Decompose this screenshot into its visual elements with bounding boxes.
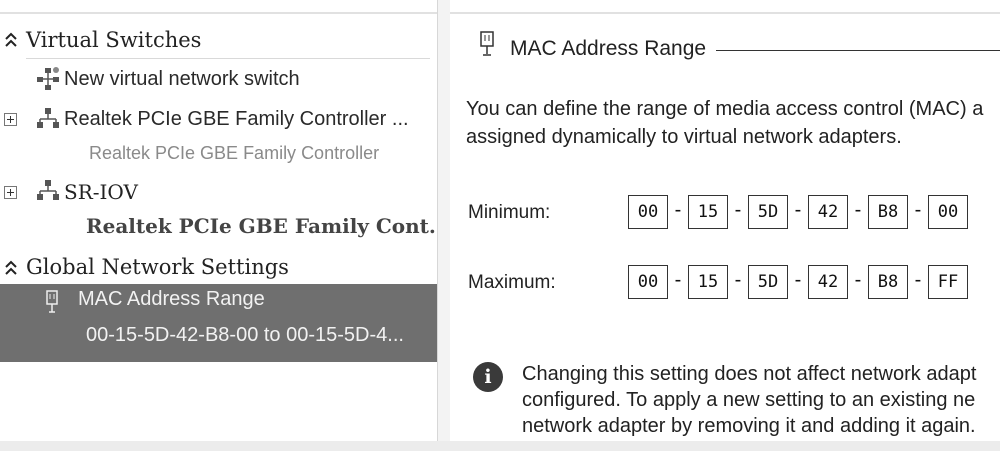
tree-item-mac-address-range[interactable]: MAC Address Range 00-15-5D-42-B8-00 to 0…: [0, 284, 437, 362]
maximum-octet-1[interactable]: 00: [628, 265, 668, 299]
info-note-line: network adapter by removing it and addin…: [522, 415, 976, 437]
maximum-octet-3[interactable]: 5D: [748, 265, 788, 299]
details-pane: MAC Address Range You can define the ran…: [450, 0, 1000, 451]
octet-separator: -: [794, 269, 802, 291]
info-icon: i: [473, 362, 503, 392]
description-line: assigned dynamically to virtual network …: [466, 126, 902, 148]
minimum-octet-1[interactable]: 00: [628, 195, 668, 229]
octet-separator: -: [914, 199, 922, 221]
octet-separator: -: [734, 269, 742, 291]
section-divider: [716, 50, 1000, 51]
octet-separator: -: [734, 199, 742, 221]
octet-separator: -: [914, 269, 922, 291]
minimum-label: Minimum:: [468, 202, 551, 223]
tree-item-label: MAC Address Range: [78, 288, 265, 310]
tree-item-label: New virtual network switch: [64, 68, 300, 90]
collapse-icon[interactable]: [4, 31, 18, 51]
network-switch-icon: [37, 108, 59, 128]
octet-separator: -: [674, 199, 682, 221]
info-note-line: Changing this setting does not affect ne…: [522, 363, 977, 385]
tree-item-new-switch[interactable]: New virtual network switch: [0, 64, 437, 96]
network-switch-icon: [37, 180, 59, 200]
maximum-label: Maximum:: [468, 272, 556, 293]
mac-address-icon: [46, 290, 58, 313]
details-top-border: [450, 12, 1000, 14]
tree-item-subtitle: Realtek PCIe GBE Family Cont...: [86, 214, 450, 238]
expand-icon[interactable]: [4, 113, 17, 126]
maximum-octet-6[interactable]: FF: [928, 265, 968, 299]
minimum-octet-6[interactable]: 00: [928, 195, 968, 229]
settings-tree: Virtual Switches New virtual network swi…: [0, 0, 450, 451]
minimum-octet-4[interactable]: 42: [808, 195, 848, 229]
header-divider: [26, 58, 430, 59]
maximum-octet-4[interactable]: 42: [808, 265, 848, 299]
octet-separator: -: [794, 199, 802, 221]
global-network-settings-header[interactable]: Global Network Settings: [26, 255, 289, 279]
tree-top-border: [0, 12, 437, 14]
tree-item-realtek-switch[interactable]: Realtek PCIe GBE Family Controller ... R…: [0, 104, 437, 170]
info-note-line: configured. To apply a new setting to an…: [522, 389, 976, 411]
tree-item-sriov-switch[interactable]: SR-IOV Realtek PCIe GBE Family Cont...: [0, 178, 450, 248]
bottom-edge: [0, 441, 1000, 451]
section-title: MAC Address Range: [510, 37, 707, 60]
description-line: You can define the range of media access…: [466, 98, 984, 120]
mac-address-icon: [480, 31, 494, 56]
collapse-icon[interactable]: [4, 259, 18, 279]
tree-item-subtitle: 00-15-5D-42-B8-00 to 00-15-5D-4...: [86, 324, 404, 346]
expand-icon[interactable]: [4, 186, 17, 199]
tree-item-label: Realtek PCIe GBE Family Controller ...: [64, 108, 409, 130]
minimum-octet-5[interactable]: B8: [868, 195, 908, 229]
octet-separator: -: [854, 199, 862, 221]
virtual-switches-header[interactable]: Virtual Switches: [26, 28, 201, 52]
pane-splitter[interactable]: [437, 0, 450, 451]
octet-separator: -: [854, 269, 862, 291]
network-switch-icon: [37, 67, 59, 90]
tree-item-subtitle: Realtek PCIe GBE Family Controller: [89, 143, 380, 163]
minimum-octet-3[interactable]: 5D: [748, 195, 788, 229]
minimum-octet-2[interactable]: 15: [688, 195, 728, 229]
tree-item-label: SR-IOV: [64, 180, 138, 204]
maximum-octet-2[interactable]: 15: [688, 265, 728, 299]
maximum-octet-5[interactable]: B8: [868, 265, 908, 299]
octet-separator: -: [674, 269, 682, 291]
